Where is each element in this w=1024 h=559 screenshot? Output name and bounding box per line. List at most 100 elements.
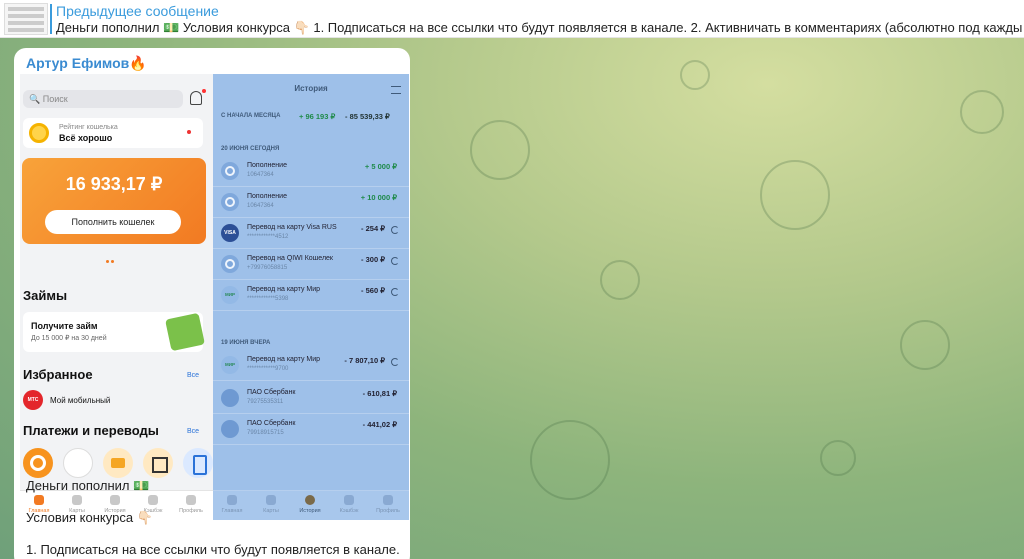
tab-label: Карты: [263, 508, 279, 514]
tab-cards: Карты: [252, 495, 290, 514]
transaction-amount: + 10 000 ₽: [360, 193, 397, 202]
favorites-heading: Избранное: [23, 367, 93, 382]
notification-dot: [187, 130, 191, 134]
repeat-icon: [391, 257, 399, 265]
clock-icon: [110, 495, 120, 505]
history-tabbar: Главная Карты История Кэшбэк Профиль: [213, 490, 409, 520]
user-icon: [383, 495, 393, 505]
balance-amount: 16 933,17 ₽: [65, 174, 163, 194]
pinned-thumbnail: [4, 3, 48, 35]
tab-label: История: [299, 508, 321, 514]
transaction-row: Пополнение 10647364 + 10 000 ₽: [213, 187, 409, 218]
transaction-account: ************5398: [247, 296, 289, 302]
message-photo[interactable]: 🔍 Поиск Рейтинг кошелька Всё хорошо 16 9…: [20, 74, 409, 520]
tab-label: Кэшбэк: [339, 508, 359, 514]
transaction-name: Пополнение: [247, 162, 287, 169]
pinned-message-bar[interactable]: Предыдущее сообщение Деньги пополнил 💵 У…: [0, 0, 1024, 38]
sberbank-icon: [221, 389, 239, 407]
rating-status: Всё хорошо: [59, 133, 113, 143]
mir-icon: МИР: [221, 286, 239, 304]
wallet-screenshot: 🔍 Поиск Рейтинг кошелька Всё хорошо 16 9…: [20, 74, 213, 520]
loan-title: Получите займ: [31, 321, 98, 331]
blank-icon: [63, 448, 93, 478]
visa-icon: VISA: [221, 224, 239, 242]
transaction-account: ************4512: [247, 234, 289, 240]
tab-cashback: Кэшбэк: [330, 495, 368, 514]
qiwi-icon: [23, 448, 53, 478]
favorite-item-label: Мой мобильный: [50, 396, 111, 405]
phone-icon: [183, 448, 213, 478]
message-text-line: 1. Подписаться на все ссылки что будут п…: [26, 542, 400, 557]
transaction-row: Перевод на QIWI Кошелек +79976058815 - 3…: [213, 249, 409, 280]
tab-profile: Профиль: [369, 495, 407, 514]
transaction-name: Перевод на карту Мир: [247, 356, 321, 363]
balance-card: 16 933,17 ₽ Пополнить кошелек: [22, 158, 206, 244]
rating-ring-icon: [29, 123, 49, 143]
day-header: 20 ИЮНЯ СЕГОДНЯ: [221, 146, 280, 152]
loan-card: Получите займ До 15 000 ₽ на 30 дней: [23, 312, 205, 352]
month-expense: - 85 539,33 ₽: [345, 112, 390, 121]
tab-label: Профиль: [376, 508, 400, 514]
sberbank-icon: [221, 420, 239, 438]
qiwi-icon: [221, 162, 239, 180]
month-summary: С НАЧАЛА МЕСЯЦА + 96 193 ₽ - 85 539,33 ₽: [213, 110, 409, 126]
card-icon: [103, 448, 133, 478]
transaction-row: ПАО Сбербанк 79918915715 - 441,02 ₽: [213, 414, 409, 445]
transaction-account: 10647364: [247, 203, 274, 209]
transaction-name: Перевод на QIWI Кошелек: [247, 255, 333, 262]
loans-heading: Займы: [23, 288, 68, 303]
carousel-dots: [106, 250, 116, 263]
transaction-name: ПАО Сбербанк: [247, 420, 296, 427]
message-text-line: Условия конкурса 👇🏻: [26, 510, 153, 525]
transaction-row: VISA Перевод на карту Visa RUS *********…: [213, 218, 409, 249]
transaction-amount: - 7 807,10 ₽: [344, 356, 385, 365]
transaction-row: МИР Перевод на карту Мир ************970…: [213, 350, 409, 381]
repeat-icon: [391, 226, 399, 234]
rating-title: Рейтинг кошелька: [59, 124, 118, 131]
card-icon: [266, 495, 276, 505]
bell-icon: [190, 89, 206, 105]
transaction-account: 10647364: [247, 172, 274, 178]
payments-all-link: Все: [187, 428, 200, 435]
clock-icon: [305, 495, 315, 505]
qiwi-icon: [221, 193, 239, 211]
pinned-text: Деньги пополнил 💵 Условия конкурса 👇🏻 1.…: [56, 20, 1022, 35]
transaction-name: Перевод на карту Мир: [247, 286, 321, 293]
money-stack-icon: [165, 312, 205, 352]
message-author[interactable]: Артур Ефимов🔥: [26, 55, 147, 72]
transaction-account: +79976058815: [247, 265, 288, 271]
history-screenshot: История С НАЧАЛА МЕСЯЦА + 96 193 ₽ - 85 …: [213, 74, 409, 520]
day-header: 19 ИЮНЯ ВЧЕРА: [221, 340, 271, 346]
transaction-row: МИР Перевод на карту Мир ************539…: [213, 280, 409, 311]
payments-heading: Платежи и переводы: [23, 423, 159, 438]
card-icon: [72, 495, 82, 505]
transaction-row: Пополнение 10647364 + 5 000 ₽: [213, 156, 409, 187]
gift-icon: [344, 495, 354, 505]
transaction-account: 79275535311: [247, 399, 284, 405]
repeat-icon: [391, 288, 399, 296]
qr-code-icon: [143, 448, 173, 478]
tab-home: Главная: [213, 495, 251, 514]
transaction-amount: - 441,02 ₽: [362, 420, 397, 429]
transaction-amount: - 610,81 ₽: [362, 389, 397, 398]
wallet-rating-card: Рейтинг кошелька Всё хорошо: [23, 118, 203, 148]
transaction-name: ПАО Сбербанк: [247, 389, 296, 396]
month-income: + 96 193 ₽: [299, 112, 336, 121]
transaction-row: ПАО Сбербанк 79275535311 - 610,81 ₽: [213, 383, 409, 414]
filter-icon: [391, 86, 401, 94]
tab-profile: Профиль: [172, 495, 210, 514]
favorites-all-link: Все: [187, 372, 200, 379]
transaction-amount: - 560 ₽: [361, 286, 385, 295]
wallet-icon: [34, 495, 44, 505]
transaction-amount: - 300 ₽: [361, 255, 385, 264]
topup-button: Пополнить кошелек: [45, 210, 181, 234]
tab-history: История: [291, 495, 329, 514]
transaction-account: ************9700: [247, 366, 289, 372]
transaction-amount: + 5 000 ₽: [364, 162, 397, 171]
transaction-amount: - 254 ₽: [361, 224, 385, 233]
user-icon: [186, 495, 196, 505]
transaction-name: Пополнение: [247, 193, 287, 200]
wallet-icon: [227, 495, 237, 505]
pinned-indicator: [50, 4, 52, 34]
search-placeholder: Поиск: [42, 94, 68, 104]
